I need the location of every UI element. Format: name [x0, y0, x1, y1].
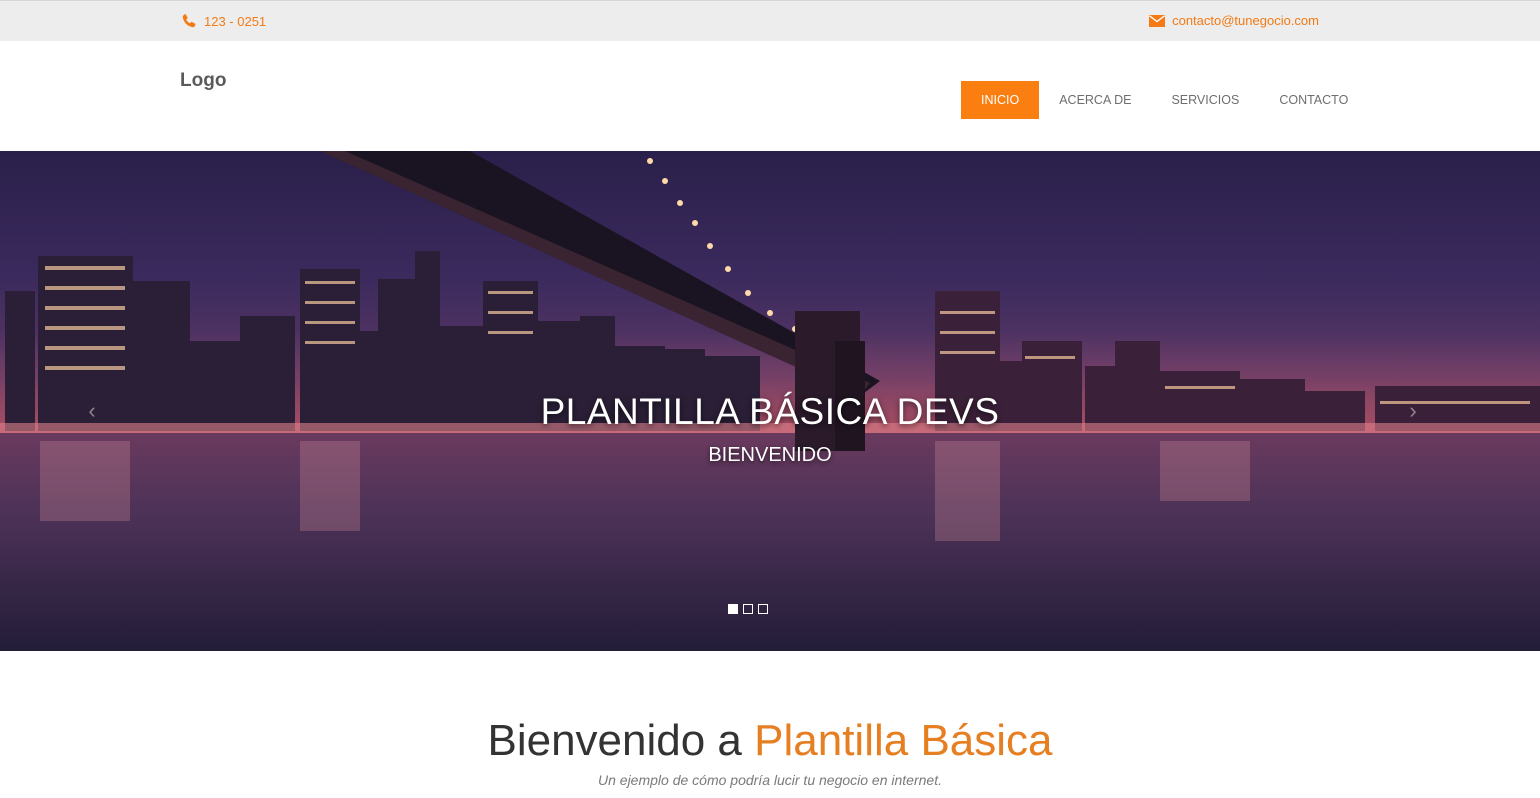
- welcome-heading-plain: Bienvenido a: [487, 716, 755, 765]
- logo[interactable]: Logo: [180, 70, 226, 92]
- nav-item-acerca-de[interactable]: ACERCA DE: [1039, 81, 1151, 119]
- welcome-heading: Bienvenido a Plantilla Básica: [0, 716, 1540, 766]
- hero-subtitle: BIENVENIDO: [708, 444, 832, 466]
- envelope-icon: [1149, 14, 1166, 27]
- phone-icon: [181, 13, 197, 29]
- slider-indicators: [728, 604, 768, 614]
- slide-indicator-2[interactable]: [743, 604, 753, 614]
- hero-slider: ‹ › PLANTILLA BÁSICA DEVS BIENVENIDO: [0, 151, 1540, 651]
- nav-item-contacto[interactable]: CONTACTO: [1259, 81, 1368, 119]
- nav-item-servicios[interactable]: SERVICIOS: [1151, 81, 1259, 119]
- phone-contact[interactable]: 123 - 0251: [181, 13, 266, 29]
- contact-bar: 123 - 0251 contacto@tunegocio.com: [0, 0, 1540, 41]
- welcome-section: Bienvenido a Plantilla Básica Un ejemplo…: [0, 651, 1540, 798]
- welcome-heading-accent: Plantilla Básica: [754, 716, 1053, 765]
- slide-indicator-1[interactable]: [728, 604, 738, 614]
- email-address: contacto@tunegocio.com: [1172, 13, 1319, 28]
- site-header: Logo INICIO ACERCA DE SERVICIOS CONTACTO: [0, 41, 1540, 151]
- main-nav: INICIO ACERCA DE SERVICIOS CONTACTO: [961, 81, 1368, 119]
- email-contact[interactable]: contacto@tunegocio.com: [1149, 13, 1319, 28]
- phone-number: 123 - 0251: [204, 13, 267, 29]
- slide-indicator-3[interactable]: [758, 604, 768, 614]
- hero-title: PLANTILLA BÁSICA DEVS: [540, 391, 1000, 432]
- welcome-tagline: Un ejemplo de cómo podría lucir tu negoc…: [598, 772, 942, 788]
- nav-item-inicio[interactable]: INICIO: [961, 81, 1040, 119]
